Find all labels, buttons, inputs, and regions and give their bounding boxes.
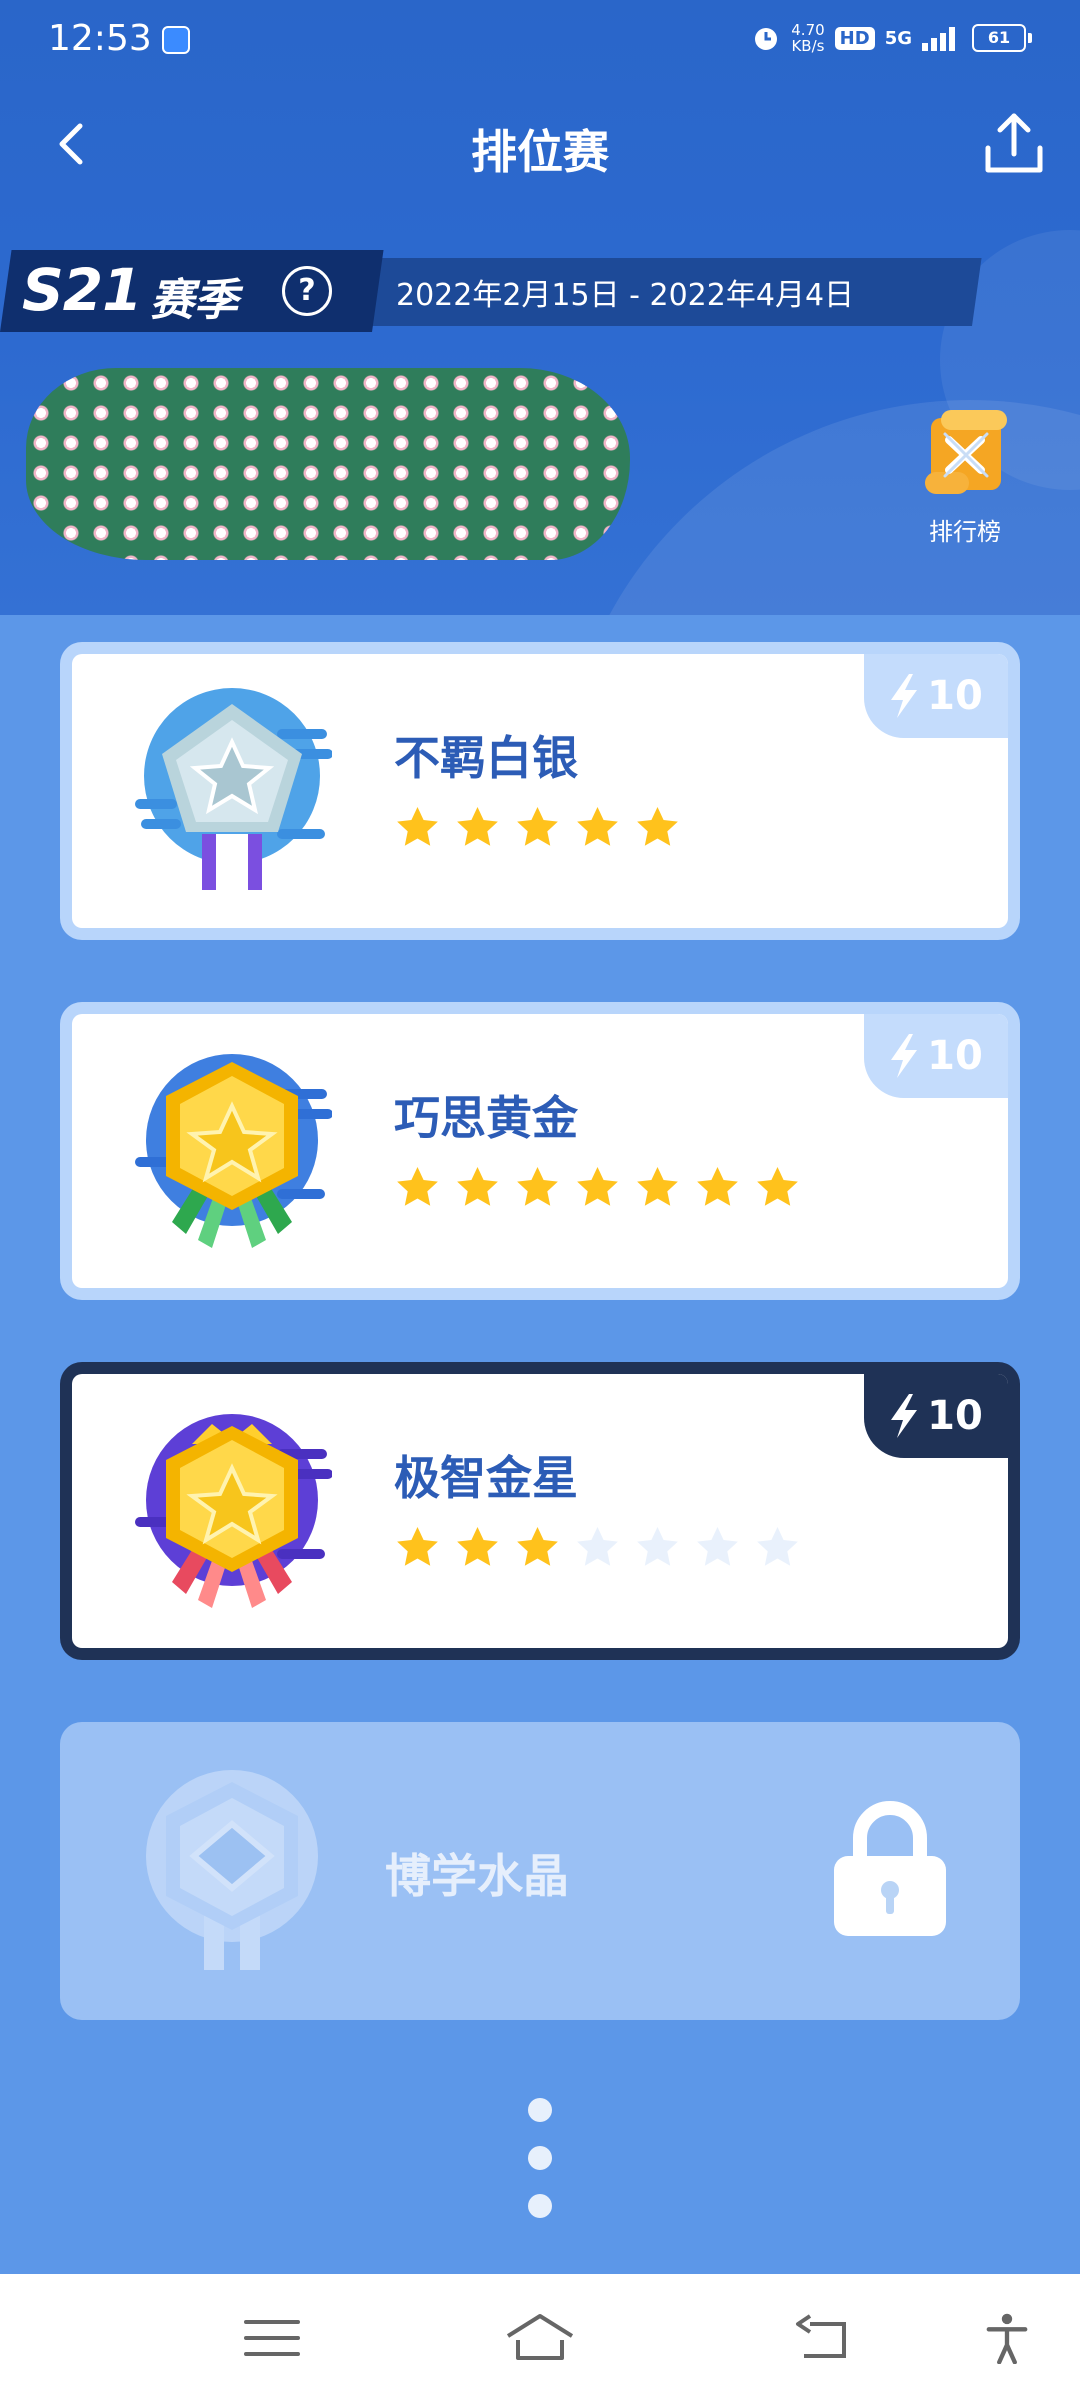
star-filled-icon <box>637 1166 678 1206</box>
lightning-icon <box>891 1394 918 1438</box>
hd-badge: HD <box>834 26 875 50</box>
star-filled-icon <box>757 1166 798 1206</box>
tier-card-crystal-locked[interactable]: 博学水晶 <box>60 1722 1020 2020</box>
star-filled-icon <box>577 806 618 846</box>
leaderboard-label: 排行榜 <box>929 518 1001 546</box>
season-banner: S21 赛季 ? 2022年2月15日 - 2022年4月4日 <box>0 250 982 332</box>
star-filled-icon <box>457 806 498 846</box>
star-filled-icon <box>637 806 678 846</box>
star-rating <box>394 1524 801 1571</box>
status-bar: 12:53 4.70 KB/s HD 5G 61 <box>0 0 1080 84</box>
header-area: 12:53 4.70 KB/s HD 5G 61 排位赛 S21 赛季 ? 20… <box>0 0 1080 615</box>
star-filled-icon <box>457 1526 498 1566</box>
season-label: 赛季 <box>150 275 238 326</box>
accessibility-icon[interactable] <box>982 2312 1032 2364</box>
energy-value: 10 <box>927 673 983 719</box>
tier-card-gold-star[interactable]: 极智金星 10 <box>60 1362 1020 1660</box>
season-code: S21 <box>22 256 142 324</box>
energy-value: 10 <box>927 1393 983 1439</box>
help-icon[interactable]: ? <box>282 266 332 316</box>
gold-badge-icon <box>135 1054 332 1248</box>
more-indicator <box>525 2098 555 2242</box>
star-rating <box>394 1164 801 1211</box>
tier-name: 不羁白银 <box>394 731 578 785</box>
crystal-badge-icon <box>146 1770 318 1970</box>
gold-star-badge-icon <box>135 1414 332 1608</box>
back-icon[interactable] <box>790 2312 854 2364</box>
top-bar: 排位赛 <box>0 100 1080 190</box>
lock-icon <box>834 1801 946 1936</box>
star-empty-icon <box>697 1526 738 1566</box>
energy-badge: 10 <box>864 1374 1008 1458</box>
star-filled-icon <box>397 1166 438 1206</box>
leaderboard-scroll-icon <box>925 410 1007 494</box>
star-rating <box>394 804 681 851</box>
tier-name: 博学水晶 <box>385 1849 569 1903</box>
redacted-user-info <box>26 368 630 560</box>
star-filled-icon <box>457 1166 498 1206</box>
battery-level: 61 <box>972 24 1026 52</box>
net-speed-value: 4.70 <box>791 21 825 39</box>
tier-card-gold[interactable]: 巧思黄金 10 <box>60 1002 1020 1300</box>
silver-badge-icon <box>135 688 332 890</box>
alarm-icon <box>755 28 778 50</box>
system-nav-bar <box>0 2274 1080 2400</box>
page-title: 排位赛 <box>471 125 609 179</box>
leaderboard-button[interactable]: 排行榜 <box>900 404 1030 547</box>
lightning-icon <box>891 674 918 718</box>
season-dates: 2022年2月15日 - 2022年4月4日 <box>396 278 855 313</box>
lightning-icon <box>891 1034 918 1078</box>
star-empty-icon <box>757 1526 798 1566</box>
star-empty-icon <box>637 1526 678 1566</box>
star-empty-icon <box>577 1526 618 1566</box>
battery-indicator: 61 <box>972 24 1032 52</box>
app-notification-icon <box>162 26 190 54</box>
star-filled-icon <box>517 1526 558 1566</box>
star-filled-icon <box>397 806 438 846</box>
home-icon[interactable] <box>504 2312 576 2364</box>
star-filled-icon <box>517 806 558 846</box>
signal-icon <box>922 27 955 51</box>
tier-name: 巧思黄金 <box>394 1091 578 1145</box>
network-type: 5G <box>884 27 912 49</box>
tier-card-silver[interactable]: 不羁白银 10 <box>60 642 1020 940</box>
net-speed-unit: KB/s <box>791 37 825 55</box>
star-filled-icon <box>697 1166 738 1206</box>
net-speed: 4.70 KB/s <box>791 22 824 54</box>
energy-badge: 10 <box>864 1014 1008 1098</box>
share-icon[interactable] <box>980 108 1048 180</box>
star-filled-icon <box>397 1526 438 1566</box>
menu-icon[interactable] <box>240 2312 304 2364</box>
tier-name: 极智金星 <box>394 1451 578 1505</box>
energy-badge: 10 <box>864 654 1008 738</box>
star-filled-icon <box>517 1166 558 1206</box>
energy-value: 10 <box>927 1033 983 1079</box>
star-filled-icon <box>577 1166 618 1206</box>
status-time: 12:53 <box>48 18 152 59</box>
